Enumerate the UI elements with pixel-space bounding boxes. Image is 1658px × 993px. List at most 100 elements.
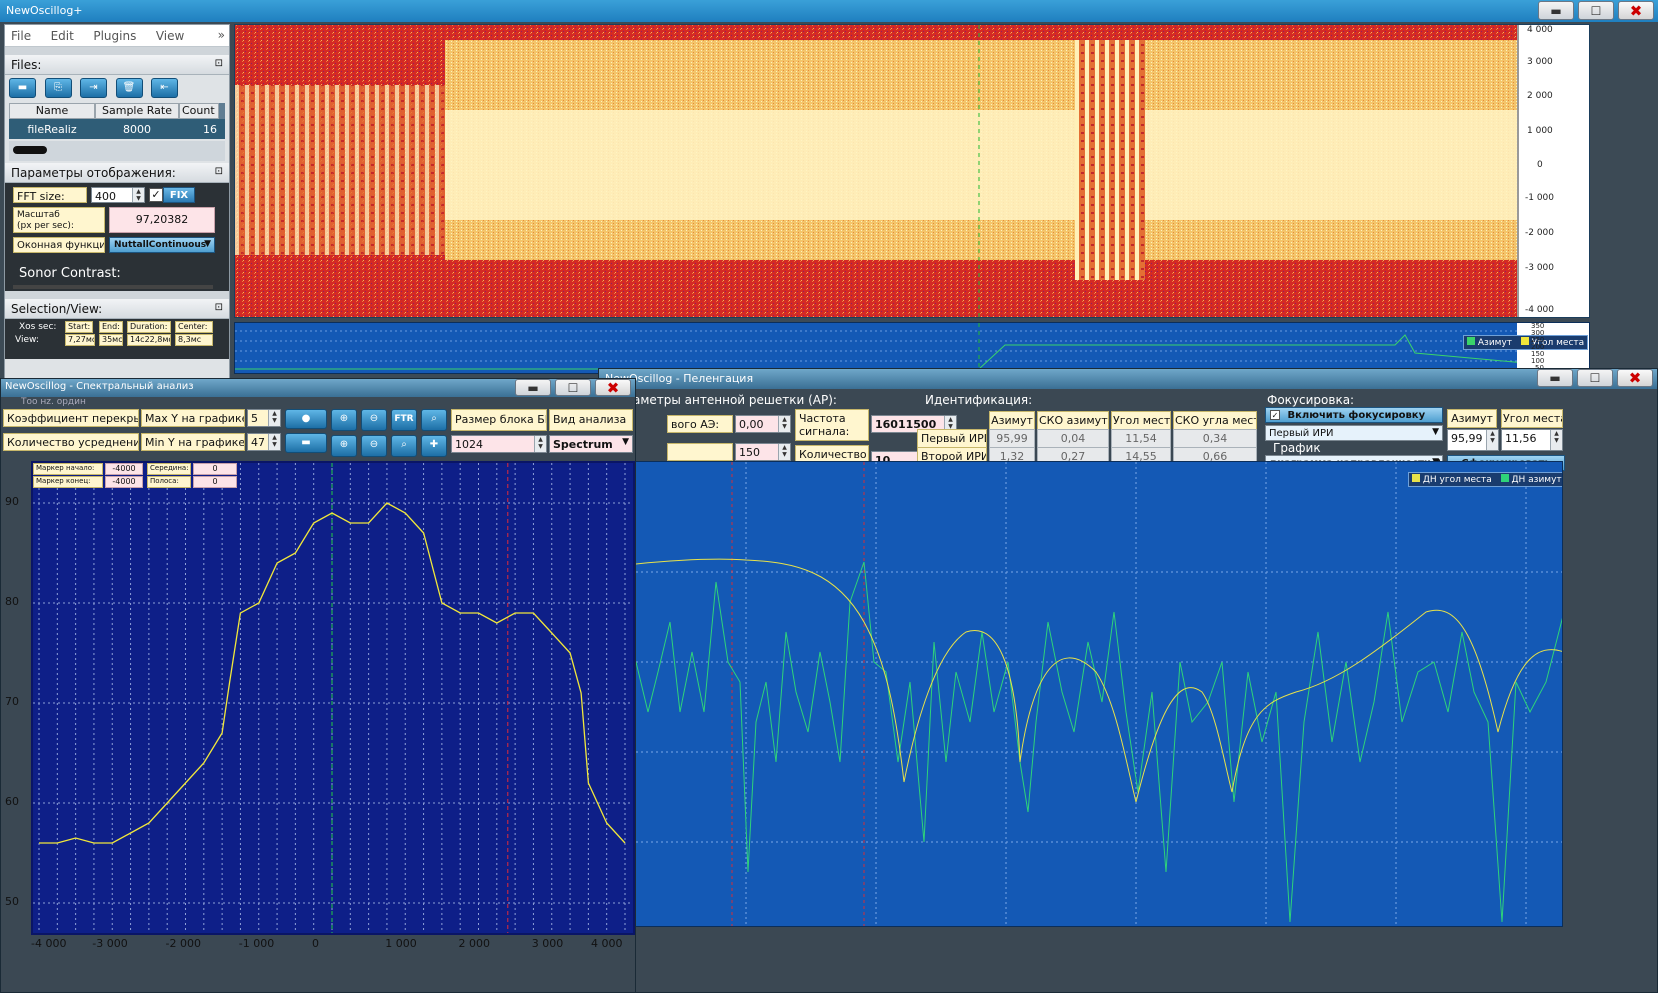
spectrum-xtick: 0: [312, 937, 319, 950]
import-icon[interactable]: ⇤: [151, 78, 178, 98]
bearing-maximize-button[interactable]: ☐: [1577, 369, 1613, 387]
avg-label: Количество усреднений:: [3, 433, 139, 451]
spec-ytick: 0: [1537, 160, 1543, 170]
col-duration: Duration:: [127, 321, 171, 333]
menu-plugins[interactable]: Plugins: [93, 29, 136, 43]
fft-size-input[interactable]: 400 ▲ ▼: [91, 187, 145, 203]
spectral-maximize-button[interactable]: ☐: [555, 379, 591, 396]
bearing-strip[interactable]: Азимут Угол места 350 300 250 200 150 10…: [234, 322, 1590, 374]
col-name[interactable]: Name: [9, 103, 95, 119]
zoom-in-y-icon[interactable]: ⊕: [331, 435, 357, 457]
focus-enable-toggle[interactable]: ✓ Включить фокусировку: [1265, 407, 1443, 423]
trash-icon[interactable]: 🗑: [115, 78, 143, 98]
spec-ytick: 1 000: [1527, 126, 1553, 136]
spectral-close-button[interactable]: ✖: [595, 379, 631, 397]
focus-az-label: Азимут: [1447, 409, 1497, 428]
file-add-icon[interactable]: ⎘: [44, 78, 72, 98]
second-input[interactable]: 150 ▲ ▼: [735, 443, 791, 461]
scroll-thumb[interactable]: [13, 146, 47, 154]
col-count[interactable]: Count: [179, 103, 219, 119]
file-rate: 8000: [123, 122, 151, 136]
chevron-down-icon: ▼: [204, 239, 211, 249]
spectrogram-svg: [235, 25, 1589, 317]
focus-elev-input[interactable]: 11,56 ▲ ▼: [1501, 429, 1563, 451]
menu-edit[interactable]: Edit: [51, 29, 74, 43]
export-icon[interactable]: ⇥: [80, 78, 107, 98]
fix-button[interactable]: FIX: [163, 187, 195, 203]
zoom-region-icon[interactable]: ⌕: [391, 435, 417, 457]
spinner-icon[interactable]: ▲▼: [268, 434, 280, 450]
col-rate[interactable]: Sample Rate: [95, 103, 179, 119]
window-select[interactable]: NuttallContinuous ▼: [109, 237, 215, 253]
spinner-icon[interactable]: ▲▼: [778, 416, 790, 432]
marker-end-label: Маркер конец:: [33, 476, 103, 488]
fft-size-value: 400: [95, 190, 116, 203]
maxy-input[interactable]: 5 ▲ ▼: [247, 409, 281, 427]
band-value[interactable]: 0: [193, 476, 237, 488]
menu-file[interactable]: File: [11, 29, 31, 43]
reset-icon[interactable]: ▬: [285, 433, 327, 453]
spectrum-xtick: -3 000: [92, 937, 128, 950]
spectrum-xtick: 2 000: [458, 937, 491, 950]
marker-start-value[interactable]: -4000: [105, 463, 143, 475]
files-scrollbar[interactable]: [9, 141, 225, 161]
focus-source-value: Первый ИРИ: [1269, 428, 1334, 439]
focus-elev-label: Угол места: [1501, 409, 1563, 428]
apply-icon[interactable]: ●: [285, 409, 327, 429]
middle-value[interactable]: 0: [193, 463, 237, 475]
close-button[interactable]: ✖: [1618, 1, 1654, 20]
zoom-center-icon[interactable]: ✚: [421, 435, 447, 457]
files-table-header: Name Sample Rate Count: [9, 103, 225, 119]
zoom-in-icon[interactable]: ⊕: [331, 409, 357, 431]
directivity-chart[interactable]: ДН угол места ДН азимут: [635, 461, 1563, 927]
left-panel: File Edit Plugins View » Files: ⊡ ▬ ⎘ ⇥ …: [4, 24, 230, 380]
pin-icon[interactable]: ⊡: [215, 302, 223, 313]
focus-az-value: 95,99: [1451, 432, 1483, 445]
focus-elev-value: 11,56: [1505, 432, 1537, 445]
spinner-icon[interactable]: ▲▼: [132, 188, 144, 202]
spectrum-chart[interactable]: Маркер начало: -4000 Середина: 0 Маркер …: [31, 461, 635, 935]
bearing-close-button[interactable]: ✖: [1617, 369, 1653, 387]
id-col-elev: Угол места: [1111, 411, 1171, 430]
minimize-button[interactable]: ▬: [1538, 1, 1574, 20]
spinner-icon[interactable]: ▲▼: [268, 410, 280, 426]
spinner-icon[interactable]: ▲▼: [534, 436, 546, 452]
bearing-minimize-button[interactable]: ▬: [1537, 369, 1573, 387]
marker-end-value[interactable]: -4000: [105, 476, 143, 488]
display-params: FFT size: 400 ▲ ▼ ✓ FIX Масштаб (px per s…: [5, 183, 229, 291]
zoom-fit-icon[interactable]: ⌕: [421, 409, 447, 431]
spectral-titlebar: NewOscillog - Спектральный анализ ▬ ☐ ✖: [1, 379, 635, 397]
spectral-minimize-button[interactable]: ▬: [515, 379, 551, 396]
focus-source-select[interactable]: Первый ИРИ ▼: [1265, 425, 1443, 441]
ftr-button[interactable]: FTR: [391, 409, 417, 431]
zoom-out-icon[interactable]: ⊖: [361, 409, 387, 431]
files-header: Files: ⊡: [5, 55, 229, 75]
first-ae-input[interactable]: 0,00 ▲ ▼: [735, 415, 791, 433]
maxy-label: Max Y на графике:: [141, 409, 245, 427]
analysis-mode-select[interactable]: Spectrum ▼: [549, 435, 633, 453]
directivity-svg: [636, 462, 1562, 926]
scale-value[interactable]: 97,20382: [109, 207, 215, 233]
sonor-contrast-slider[interactable]: [13, 285, 213, 289]
file-row[interactable]: fileRealiz 8000 16: [9, 119, 225, 139]
pin-icon[interactable]: ⊡: [215, 58, 223, 69]
freq-label: Частота сигнала:: [795, 409, 869, 441]
miny-input[interactable]: 47 ▲ ▼: [247, 433, 281, 451]
folder-open-icon[interactable]: ▬: [9, 78, 36, 98]
legend-swatch-yellow: [1520, 337, 1529, 345]
block-size-input[interactable]: 1024 ▲ ▼: [451, 435, 547, 453]
id-col-azimuth: Азимут: [989, 411, 1035, 430]
zoom-out-y-icon[interactable]: ⊖: [361, 435, 387, 457]
spinner-icon[interactable]: ▲▼: [778, 444, 790, 460]
fix-checkbox[interactable]: ✓: [149, 188, 163, 202]
spinner-icon[interactable]: ▲▼: [1486, 430, 1498, 450]
id-cell: 11,54: [1111, 429, 1171, 448]
pin-icon[interactable]: ⊡: [215, 166, 223, 177]
block-size-label: Размер блока БПФ: [451, 409, 547, 431]
menu-view[interactable]: View: [156, 29, 184, 43]
focus-az-input[interactable]: 95,99 ▲ ▼: [1447, 429, 1499, 451]
menu-more[interactable]: »: [218, 28, 225, 42]
maximize-button[interactable]: ☐: [1578, 1, 1614, 20]
spectrogram[interactable]: 4 000 3 000 2 000 1 000 0 -1 000 -2 000 …: [234, 24, 1590, 318]
spinner-icon[interactable]: ▲▼: [1550, 430, 1562, 450]
